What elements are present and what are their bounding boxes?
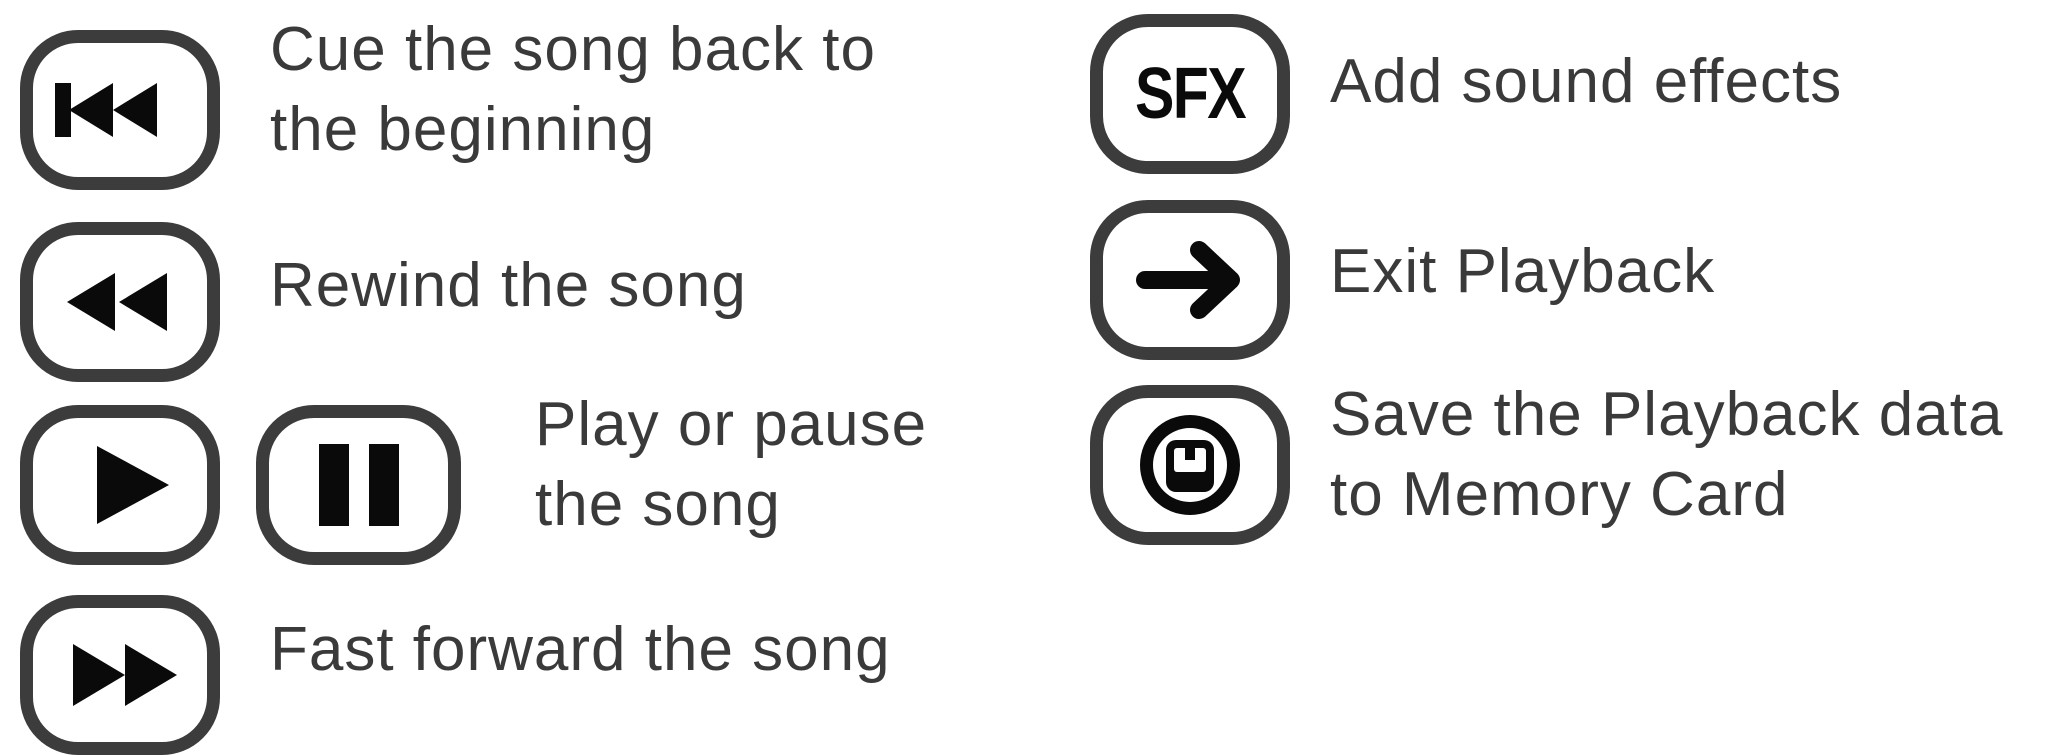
pause-icon [319, 444, 399, 526]
save-label: Save the Playback data to Memory Card [1330, 380, 2004, 529]
pause-button[interactable] [256, 405, 461, 565]
play-icon [97, 446, 169, 524]
save-button[interactable] [1090, 385, 1290, 545]
memory-card-icon [1140, 415, 1240, 515]
rewind-label: Rewind the song [270, 251, 747, 320]
sfx-label: Add sound effects [1330, 47, 1843, 116]
fast-forward-button[interactable] [20, 595, 220, 755]
exit-button[interactable] [1090, 200, 1290, 360]
rewind-button[interactable] [20, 222, 220, 382]
fast-forward-label: Fast forward the song [270, 615, 891, 684]
skip-to-start-button[interactable] [20, 30, 220, 190]
play-pause-label: Play or pause the song [535, 390, 928, 539]
arrow-right-icon [1136, 241, 1240, 319]
rewind-icon [67, 273, 167, 331]
fast-forward-icon [73, 644, 177, 706]
exit-label: Exit Playback [1330, 237, 1716, 306]
sfx-icon: SFX [1135, 54, 1247, 134]
sfx-button[interactable]: SFX [1090, 14, 1290, 174]
skip-to-start-icon [55, 83, 157, 137]
skip-to-start-label: Cue the song back to the beginning [270, 15, 876, 164]
play-button[interactable] [20, 405, 220, 565]
